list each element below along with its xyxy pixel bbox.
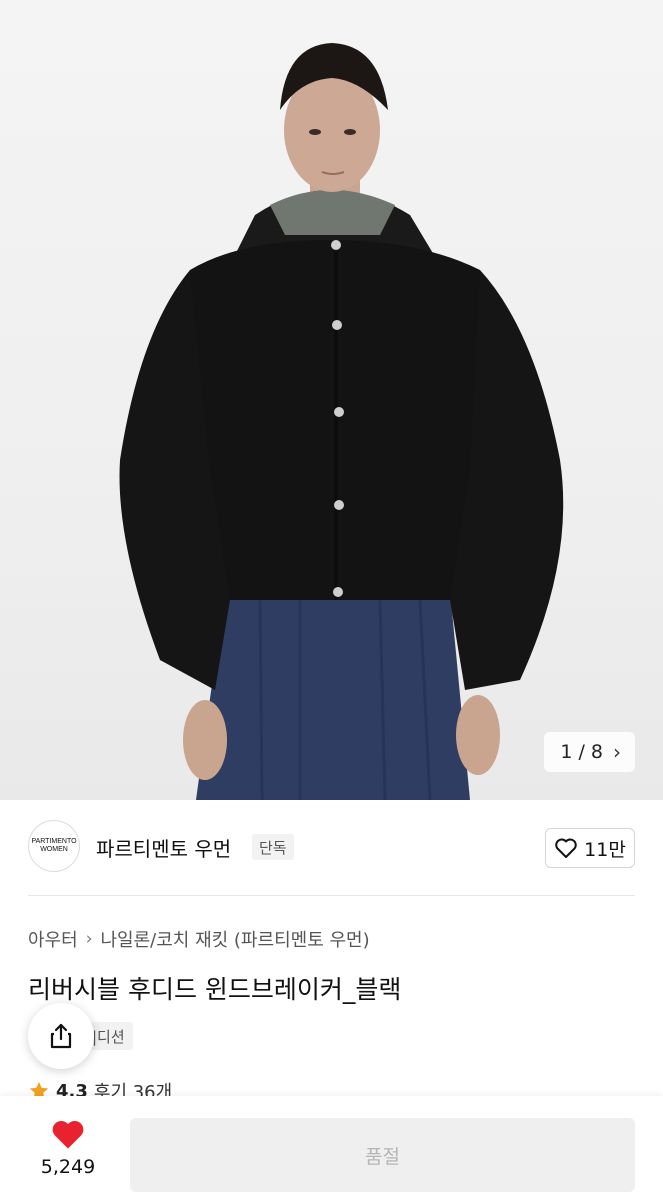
breadcrumb-subcategory[interactable]: 나일론/코치 재킷 (파르티멘토 우먼) <box>101 926 370 952</box>
share-icon <box>50 1023 72 1049</box>
bottom-action-bar: 5,249 품절 <box>0 1096 663 1200</box>
share-button[interactable] <box>28 1003 94 1069</box>
brand-row: PARTIMENTO WOMEN 파르티멘토 우먼 단독 11만 <box>0 800 663 895</box>
image-counter-total: 8 <box>590 741 603 763</box>
product-image-carousel[interactable]: 1 / 8 › <box>0 0 663 800</box>
heart-filled-icon <box>52 1120 84 1149</box>
wishlist-count: 5,249 <box>40 1156 96 1178</box>
image-counter-separator: / <box>578 741 585 763</box>
brand-like-count: 11만 <box>584 838 626 861</box>
image-counter-current: 1 <box>560 741 573 763</box>
chevron-right-icon: › <box>613 740 621 764</box>
brand-logo-line2: WOMEN <box>40 846 68 853</box>
product-title: 리버시블 후디드 윈드브레이커_블랙 <box>28 975 402 1004</box>
brand-logo[interactable]: PARTIMENTO WOMEN <box>28 820 80 872</box>
sold-out-button[interactable]: 품절 <box>130 1118 635 1192</box>
brand-name[interactable]: 파르티멘토 우먼 <box>96 833 231 862</box>
brand-logo-line1: PARTIMENTO <box>31 838 77 845</box>
breadcrumb: 아우터 › 나일론/코치 재킷 (파르티멘토 우먼) <box>28 926 370 952</box>
brand-like-button[interactable]: 11만 <box>545 828 635 868</box>
chevron-right-icon: › <box>85 929 93 949</box>
exclusive-badge: 단독 <box>252 834 294 860</box>
divider <box>28 895 635 896</box>
breadcrumb-category[interactable]: 아우터 <box>28 926 78 952</box>
image-counter[interactable]: 1 / 8 › <box>544 732 635 772</box>
wishlist-button[interactable]: 5,249 <box>28 1118 108 1178</box>
heart-outline-icon <box>555 838 577 858</box>
product-photo <box>119 43 564 800</box>
